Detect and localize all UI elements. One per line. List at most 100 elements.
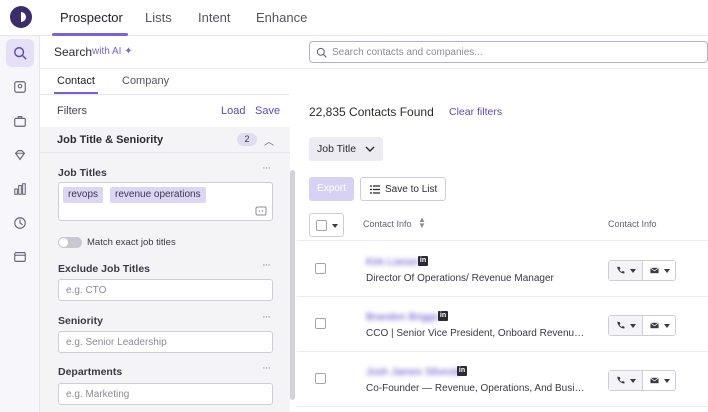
column-contact-info-actions: Contact Info [608,219,657,229]
history-icon[interactable] [6,209,34,237]
search-icon[interactable] [6,39,34,67]
exclude-job-titles-label: Exclude Job Titles [58,263,151,275]
exclude-job-titles-input[interactable] [66,283,266,297]
filter-count-badge: 2 [237,133,257,146]
sparkle-icon: ✦ [124,46,133,57]
job-title-dropdown[interactable]: Job Title [309,137,383,161]
suggest-icon[interactable] [255,205,267,217]
caret-down-icon [630,379,636,383]
email-dropdown[interactable] [643,316,677,335]
tab-lists[interactable]: Lists [145,10,172,25]
caret-down-icon [664,324,670,328]
exclude-job-titles-field[interactable] [58,279,273,301]
phone-dropdown[interactable] [609,316,643,335]
filters-panel: Contact Company Filters Load Save Job Ti… [40,69,290,412]
contact-name[interactable]: Josh James Silvestri [366,366,462,378]
seniority-field[interactable] [58,331,273,353]
results-panel: 22,835 Contacts Found Clear filters Job … [297,69,708,412]
seniority-input[interactable] [66,335,266,349]
tab-enhance[interactable]: Enhance [256,10,307,25]
tab-intent[interactable]: Intent [198,10,231,25]
tab-contact[interactable]: Contact [57,75,95,87]
more-options-icon[interactable]: ··· [262,162,271,174]
chevron-up-icon[interactable]: ︿ [264,133,274,148]
sort-icon[interactable]: ▲ ▼ [418,216,426,230]
job-title-section-header[interactable]: Job Title & Seniority 2 ︿ [40,127,290,153]
app-logo[interactable] [10,6,32,28]
email-dropdown[interactable] [643,371,677,390]
contact-title: CCO | Senior Vice President, Onboard Rev… [366,328,586,339]
row-checkbox[interactable] [315,373,326,384]
window-icon[interactable] [6,243,34,271]
tab-company[interactable]: Company [122,75,169,87]
search-with-ai[interactable]: with AI ✦ [92,46,133,57]
contact-name[interactable]: Brandon Briggs [366,311,438,323]
gem-icon[interactable] [6,141,34,169]
save-to-list-button[interactable]: Save to List [360,177,446,201]
more-options-icon[interactable]: ··· [262,362,271,374]
departments-label: Departments [58,366,123,378]
caret-down-icon [332,224,338,228]
phone-dropdown[interactable] [609,261,643,280]
row-checkbox[interactable] [315,263,326,274]
table-row[interactable]: Josh James Silvestri in Co-Founder — Rev… [297,352,708,407]
select-all-checkbox[interactable] [316,220,327,231]
clear-filters-link[interactable]: Clear filters [449,106,502,118]
seniority-label: Seniority [58,315,103,327]
list-icon [370,185,380,194]
phone-icon [617,376,625,384]
job-titles-label: Job Titles [58,167,107,179]
tag-chip[interactable]: revops [63,187,104,203]
email-icon [650,267,659,274]
tag-chip[interactable]: revenue operations [110,187,206,203]
caret-down-icon [664,379,670,383]
active-subtab-indicator [54,92,98,94]
select-all-dropdown[interactable] [309,213,344,237]
search-row: Search with AI ✦ [40,36,708,69]
table-row[interactable]: Kirk Loeser in Director Of Operations/ R… [297,242,708,297]
save-link[interactable]: Save [255,105,280,117]
export-button[interactable]: Export [309,177,354,201]
search-box[interactable] [309,41,708,63]
job-titles-input[interactable]: revops revenue operations [58,182,273,221]
top-bar: Prospector Lists Intent Enhance [0,0,708,36]
linkedin-icon[interactable]: in [418,256,428,266]
more-options-icon[interactable]: ··· [262,259,271,271]
linkedin-icon[interactable]: in [457,366,467,376]
chart-icon[interactable] [6,175,34,203]
contact-actions [608,260,676,281]
contact-name[interactable]: Kirk Loeser [366,256,419,268]
section-title: Job Title & Seniority [57,134,164,146]
column-contact-info[interactable]: Contact Info [363,219,412,229]
contact-title: Director Of Operations/ Revenue Manager [366,273,554,284]
email-dropdown[interactable] [643,261,677,280]
more-options-icon[interactable]: ··· [262,311,271,323]
search-icon [316,47,327,58]
caret-down-icon [664,269,670,273]
chevron-down-icon [365,146,375,152]
row-checkbox[interactable] [315,318,326,329]
search-label: Search [54,45,93,59]
load-link[interactable]: Load [221,105,245,117]
search-input[interactable] [332,44,692,60]
table-row[interactable]: Brandon Briggs in CCO | Senior Vice Pres… [297,297,708,352]
departments-field[interactable] [58,383,273,405]
departments-input[interactable] [66,387,266,401]
companies-icon[interactable] [6,107,34,135]
phone-dropdown[interactable] [609,371,643,390]
filters-scrollbar[interactable] [290,170,295,400]
results-count: 22,835 Contacts Found [309,105,434,119]
phone-icon [617,266,625,274]
caret-down-icon [630,324,636,328]
tab-prospector[interactable]: Prospector [60,10,123,25]
linkedin-icon[interactable]: in [438,311,448,321]
table-header: Contact Info ▲ ▼ Contact Info [297,209,708,241]
match-exact-toggle[interactable] [58,237,82,248]
contacts-icon[interactable] [6,73,34,101]
subtabs: Contact Company [40,69,290,95]
email-icon [650,322,659,329]
caret-down-icon [630,269,636,273]
match-exact-label: Match exact job titles [87,237,176,248]
email-icon [650,377,659,384]
icon-rail [0,36,40,412]
